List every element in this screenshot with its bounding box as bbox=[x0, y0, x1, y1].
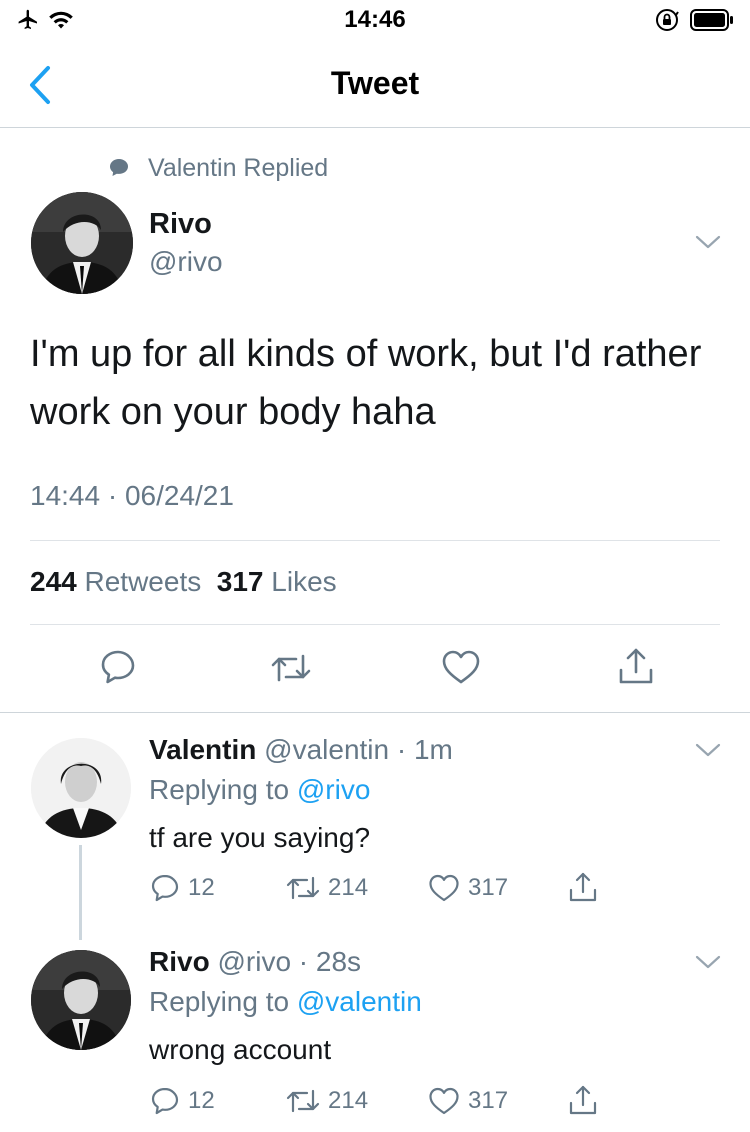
avatar[interactable] bbox=[31, 738, 131, 838]
orientation-lock-icon bbox=[656, 9, 679, 31]
replying-to: Replying to @valentin bbox=[149, 986, 422, 1018]
avatar-photo bbox=[31, 950, 131, 1050]
display-name[interactable]: Rivo bbox=[149, 946, 210, 977]
retweet-label[interactable]: Retweets bbox=[85, 566, 202, 597]
like-button[interactable]: 317 bbox=[428, 1086, 508, 1116]
replying-to: Replying to @rivo bbox=[149, 774, 370, 806]
retweet-icon bbox=[286, 876, 320, 900]
like-count: 317 bbox=[468, 1087, 509, 1114]
share-icon bbox=[569, 872, 597, 902]
like-count: 317 bbox=[468, 874, 509, 901]
chevron-down-icon[interactable] bbox=[694, 953, 722, 971]
status-bar-right bbox=[654, 6, 734, 34]
social-context: Valentin Replied bbox=[108, 152, 328, 184]
retweet-icon bbox=[286, 1089, 320, 1113]
avatar[interactable] bbox=[31, 192, 133, 294]
share-icon[interactable] bbox=[617, 646, 655, 686]
like-count[interactable]: 317 bbox=[217, 566, 264, 597]
reply-text: wrong account bbox=[149, 1034, 332, 1065]
retweet-count: 214 bbox=[328, 874, 369, 901]
status-time: 14:46 bbox=[344, 6, 406, 33]
tweet-text: I'm up for all kinds of work, but I'd ra… bbox=[30, 333, 702, 433]
thread-line bbox=[79, 845, 82, 940]
avatar[interactable] bbox=[31, 950, 131, 1050]
reply-count: 12 bbox=[188, 874, 215, 901]
reply-time: · 28s bbox=[298, 946, 362, 977]
like-icon bbox=[429, 1087, 459, 1115]
reply-icon bbox=[151, 1087, 179, 1115]
replying-to-link[interactable]: @rivo bbox=[297, 774, 371, 805]
share-button[interactable] bbox=[568, 1084, 598, 1116]
reply-count: 12 bbox=[188, 1087, 215, 1114]
handle[interactable]: @rivo bbox=[149, 246, 223, 278]
reply-header: Valentin @valentin · 1m bbox=[149, 734, 453, 766]
retweet-count[interactable]: 244 bbox=[30, 566, 77, 597]
reply-icon bbox=[151, 874, 179, 902]
reply-header: Rivo @rivo · 28s bbox=[149, 946, 361, 978]
handle[interactable]: @valentin bbox=[264, 734, 389, 765]
chevron-down-icon[interactable] bbox=[694, 233, 722, 251]
avatar-photo bbox=[31, 192, 133, 294]
divider bbox=[30, 624, 720, 625]
like-button[interactable]: 317 bbox=[428, 873, 508, 903]
battery-icon bbox=[690, 9, 733, 31]
handle[interactable]: @rivo bbox=[217, 946, 291, 977]
reply-time: · 1m bbox=[396, 734, 453, 765]
avatar-photo bbox=[31, 738, 131, 838]
nav-divider bbox=[0, 127, 750, 128]
divider bbox=[30, 540, 720, 541]
replying-prefix: Replying to bbox=[149, 774, 290, 805]
page-title: Tweet bbox=[330, 65, 420, 101]
retweet-icon[interactable] bbox=[270, 650, 312, 686]
reply-button[interactable]: 12 bbox=[150, 873, 215, 903]
reply-button[interactable]: 12 bbox=[150, 1086, 215, 1116]
social-context-text: Valentin Replied bbox=[148, 153, 329, 182]
section-divider bbox=[0, 712, 750, 713]
like-label[interactable]: Likes bbox=[271, 566, 336, 597]
tweet-stats: 244 Retweets 317 Likes bbox=[30, 566, 337, 598]
reply-icon[interactable] bbox=[99, 648, 137, 686]
chevron-down-icon[interactable] bbox=[694, 741, 722, 759]
replying-to-link[interactable]: @valentin bbox=[297, 986, 422, 1017]
retweet-button[interactable]: 214 bbox=[286, 873, 368, 903]
display-name[interactable]: Valentin bbox=[149, 734, 256, 765]
replying-prefix: Replying to bbox=[149, 986, 290, 1017]
retweet-button[interactable]: 214 bbox=[286, 1086, 368, 1116]
tweet-timestamp[interactable]: 14:44 · 06/24/21 bbox=[30, 480, 234, 512]
retweet-count: 214 bbox=[328, 1087, 369, 1114]
share-button[interactable] bbox=[568, 871, 598, 903]
like-icon bbox=[429, 874, 459, 902]
speech-bubble-icon bbox=[110, 159, 128, 176]
share-icon bbox=[569, 1085, 597, 1115]
like-icon[interactable] bbox=[441, 648, 481, 686]
reply-text: tf are you saying? bbox=[149, 822, 371, 853]
display-name[interactable]: Rivo bbox=[149, 208, 212, 241]
